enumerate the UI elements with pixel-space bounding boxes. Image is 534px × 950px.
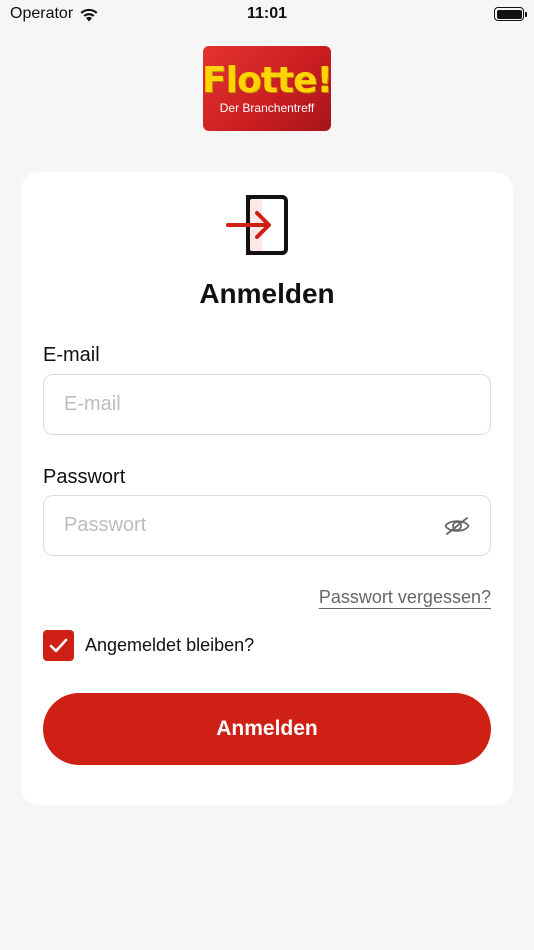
login-card: Anmelden E-mail Passwort Passwort verges… (21, 172, 513, 805)
email-label: E-mail (43, 344, 100, 366)
password-label: Passwort (43, 466, 126, 488)
forgot-password-link[interactable]: Passwort vergessen? (319, 587, 491, 608)
password-field-container (43, 495, 491, 556)
eye-slash-icon[interactable] (444, 516, 470, 536)
email-field[interactable] (64, 393, 470, 416)
logo-sub-text: Der Branchentreff (219, 100, 315, 115)
remember-me-checkbox[interactable] (43, 630, 74, 661)
remember-me-toggle[interactable]: Angemeldet bleiben? (43, 630, 254, 661)
logo-main-text: Flotte! (202, 59, 333, 101)
password-field[interactable] (64, 514, 444, 537)
status-left: Operator (10, 5, 99, 23)
login-icon (226, 195, 288, 255)
carrier-label: Operator (10, 5, 74, 22)
email-field-container (43, 374, 491, 435)
checkmark-icon (49, 638, 68, 653)
page-title: Anmelden (199, 278, 335, 309)
login-button[interactable]: Anmelden (43, 693, 491, 765)
remember-me-label: Angemeldet bleiben? (85, 635, 255, 655)
wifi-icon (80, 8, 98, 21)
battery-level (496, 9, 522, 19)
app-logo: Flotte! Der Branchentreff (202, 46, 333, 131)
status-bar: Operator 11:01 (0, 0, 534, 28)
battery-icon (494, 7, 527, 21)
